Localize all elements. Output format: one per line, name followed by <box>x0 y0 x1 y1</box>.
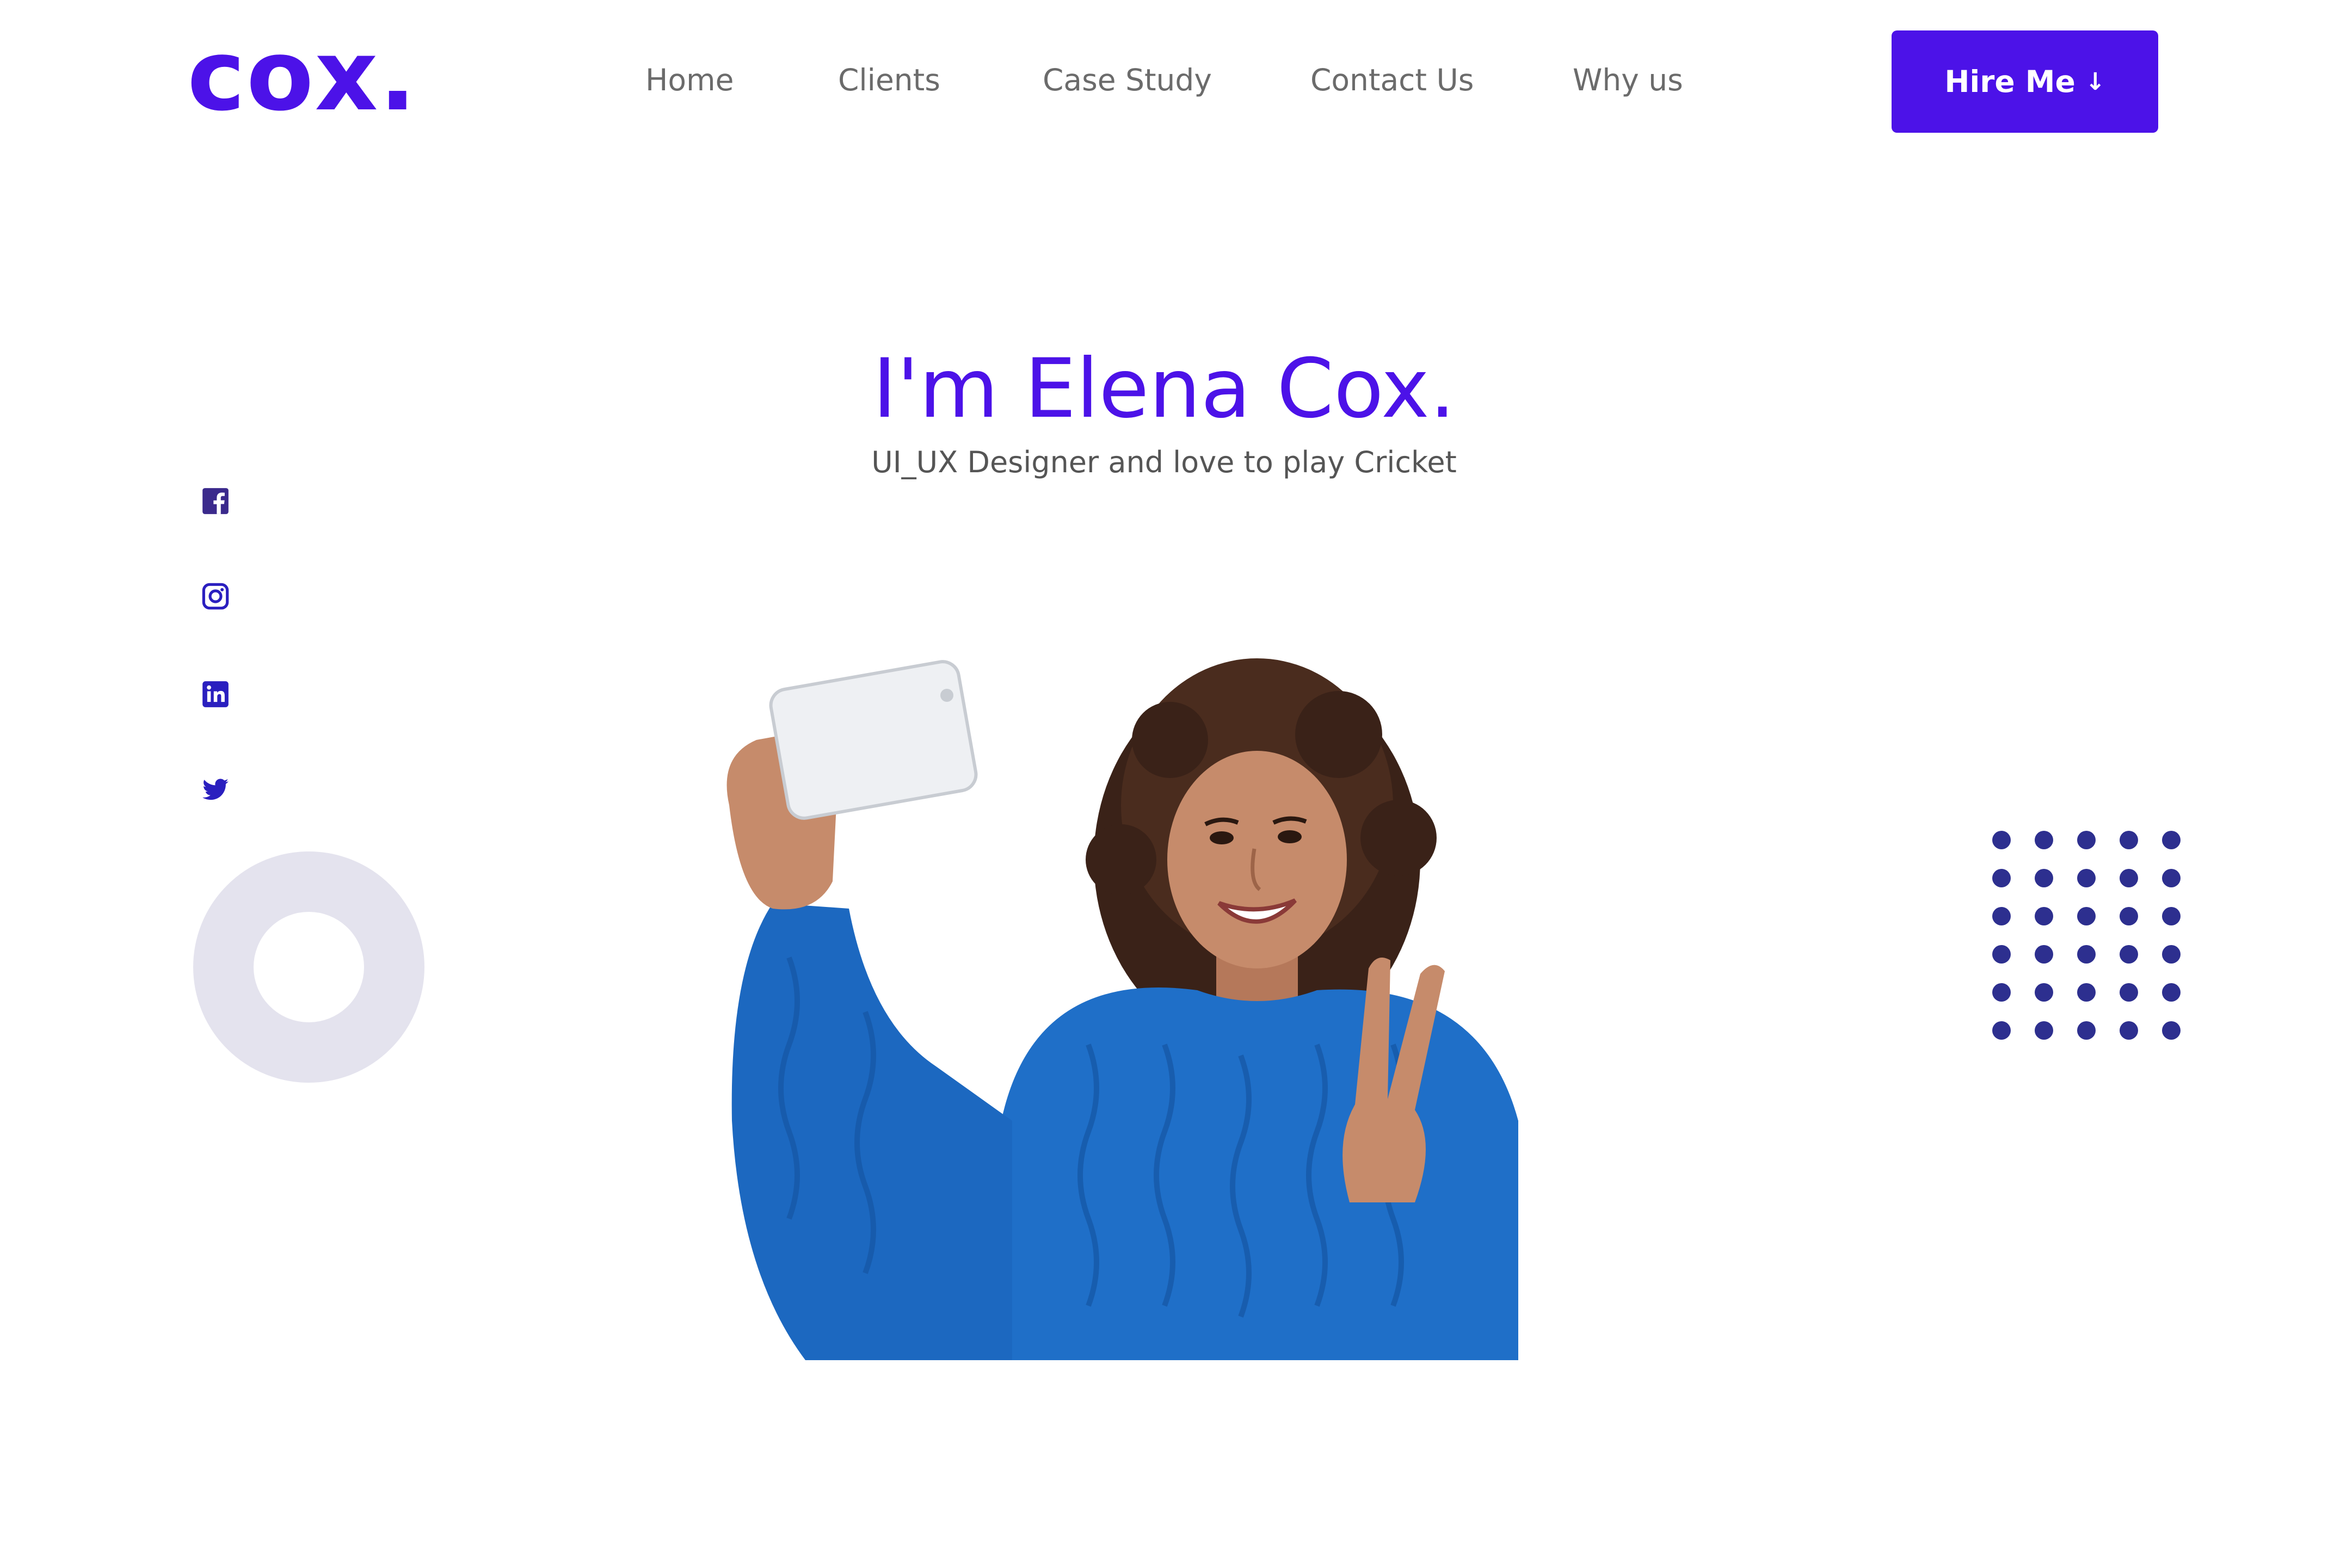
decor-dot <box>2035 869 2053 887</box>
decor-dot <box>2120 945 2138 964</box>
hire-me-button[interactable]: Hire Me ↓ <box>1892 30 2158 133</box>
decor-dot <box>2162 831 2181 849</box>
nav-case-study[interactable]: Case Study <box>1043 65 1212 95</box>
nav-home[interactable]: Home <box>645 65 734 95</box>
decor-dot <box>1992 869 2011 887</box>
decor-dot <box>2035 907 2053 925</box>
instagram-icon[interactable] <box>201 582 230 610</box>
decor-dot <box>1992 1021 2011 1040</box>
hero-subtitle: UI_UX Designer and love to play Cricket <box>871 445 1457 479</box>
decor-dot <box>1992 907 2011 925</box>
decor-dot <box>2120 907 2138 925</box>
decor-dot <box>2162 945 2181 964</box>
decor-dot <box>2035 945 2053 964</box>
decor-dot <box>2120 869 2138 887</box>
decor-dot <box>2120 1021 2138 1040</box>
hero-title: I'm Elena Cox. <box>872 342 1456 436</box>
decor-dot <box>2162 983 2181 1002</box>
decor-dot <box>2035 1021 2053 1040</box>
decor-dot <box>2035 831 2053 849</box>
decor-dot <box>2077 983 2096 1002</box>
decor-dot <box>2077 907 2096 925</box>
twitter-icon[interactable] <box>201 775 230 804</box>
facebook-icon[interactable] <box>201 487 230 515</box>
nav-contact-us[interactable]: Contact Us <box>1310 65 1474 95</box>
decor-dot <box>2077 1021 2096 1040</box>
decor-dot <box>2162 907 2181 925</box>
decor-dot <box>2035 983 2053 1002</box>
arrow-down-icon: ↓ <box>2085 67 2105 96</box>
nav-why-us[interactable]: Why us <box>1573 65 1683 95</box>
decor-dot <box>2162 869 2181 887</box>
decor-dot <box>2120 831 2138 849</box>
decor-dot <box>1992 945 2011 964</box>
decor-dot <box>2077 945 2096 964</box>
decorative-ring <box>193 851 424 1083</box>
decorative-dot-grid <box>1992 831 2181 1040</box>
decor-dot <box>2077 831 2096 849</box>
decor-dot <box>2162 1021 2181 1040</box>
decor-dot <box>1992 831 2011 849</box>
logo[interactable]: cox. <box>187 27 417 125</box>
hero-photo <box>726 658 1518 1360</box>
hire-me-label: Hire Me <box>1944 64 2076 99</box>
decor-dot <box>2120 983 2138 1002</box>
nav-clients[interactable]: Clients <box>838 65 940 95</box>
decor-dot <box>2077 869 2096 887</box>
linkedin-icon[interactable] <box>201 680 230 708</box>
decor-dot <box>1992 983 2011 1002</box>
